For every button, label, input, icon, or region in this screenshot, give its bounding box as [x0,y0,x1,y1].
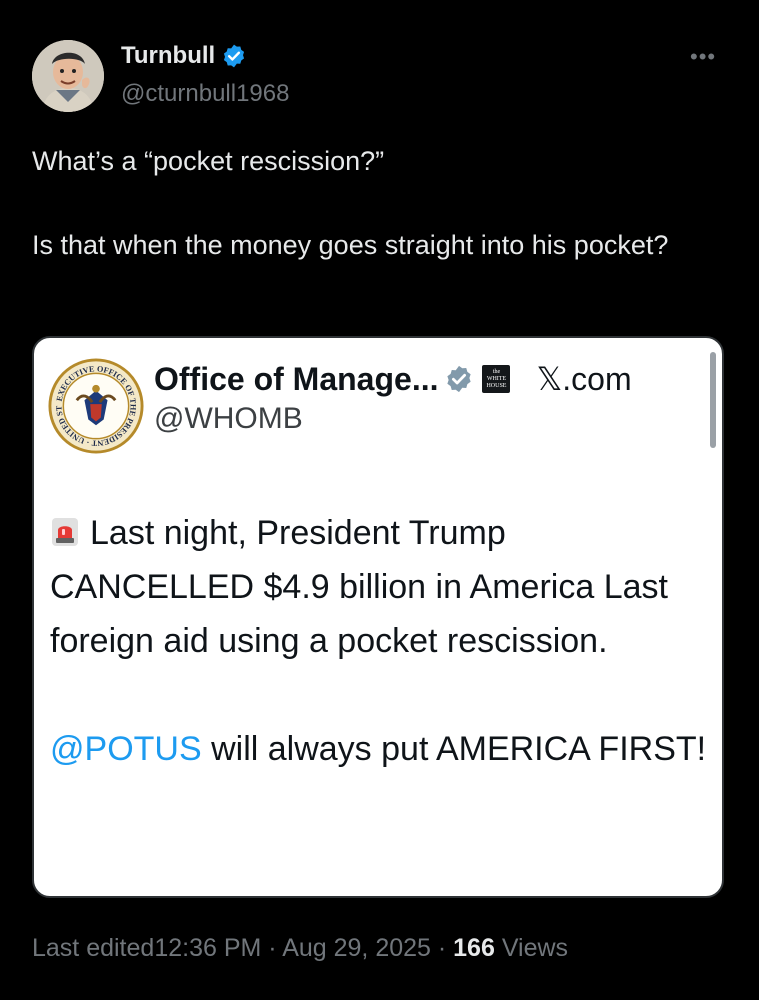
badge-text: the [492,368,501,375]
executive-office-seal-icon: EXECUTIVE OFFICE OF THE PRESIDENT · UNIT… [48,358,144,454]
site-label: 𝕏.com [536,361,632,397]
more-options-icon[interactable]: ••• [690,44,716,70]
edited-label[interactable]: Last edited [32,934,154,962]
potus-mention-link[interactable]: @POTUS [50,730,202,768]
siren-icon [52,518,78,546]
quoted-post-body: Last night, President Trump CANCELLED $4… [50,506,710,776]
author-name[interactable]: Turnbull [121,42,215,70]
quoted-author-name[interactable]: Office of Manage... [154,361,438,398]
post-date[interactable]: Aug 29, 2025 [282,934,431,962]
badge-text: WHITE [486,375,507,382]
tweet-line: Is that when the money goes straight int… [32,230,669,260]
quoted-text-tail: will always put AMERICA FIRST! [201,730,707,768]
views-count: 166 [453,934,495,962]
government-badge-icon [447,365,472,393]
separator: · [430,934,454,962]
author-handle[interactable]: @cturnbull1968 [121,80,289,108]
post-metadata: Last edited12:36 PM · Aug 29, 2025 · 166… [32,934,568,963]
quoted-text: Last night, President Trump CANCELLED $4… [50,514,668,660]
scrollbar[interactable] [710,352,716,448]
tweet-line: What’s a “pocket rescission?” [32,146,385,176]
post-time[interactable]: 12:36 PM [154,934,261,962]
author-avatar[interactable] [32,40,104,112]
separator: · [261,934,283,962]
avatar-caricature-icon [32,40,104,112]
quoted-post-card[interactable]: EXECUTIVE OFFICE OF THE PRESIDENT · UNIT… [32,336,724,898]
verified-badge-icon [224,44,245,68]
tweet-body: What’s a “pocket rescission?” Is that wh… [32,140,722,266]
white-house-badge-icon[interactable]: the WHITE HOUSE [482,365,511,393]
views-label: Views [494,934,569,962]
badge-text: HOUSE [486,382,507,389]
quoted-author-handle[interactable]: @WHOMB [154,402,303,436]
